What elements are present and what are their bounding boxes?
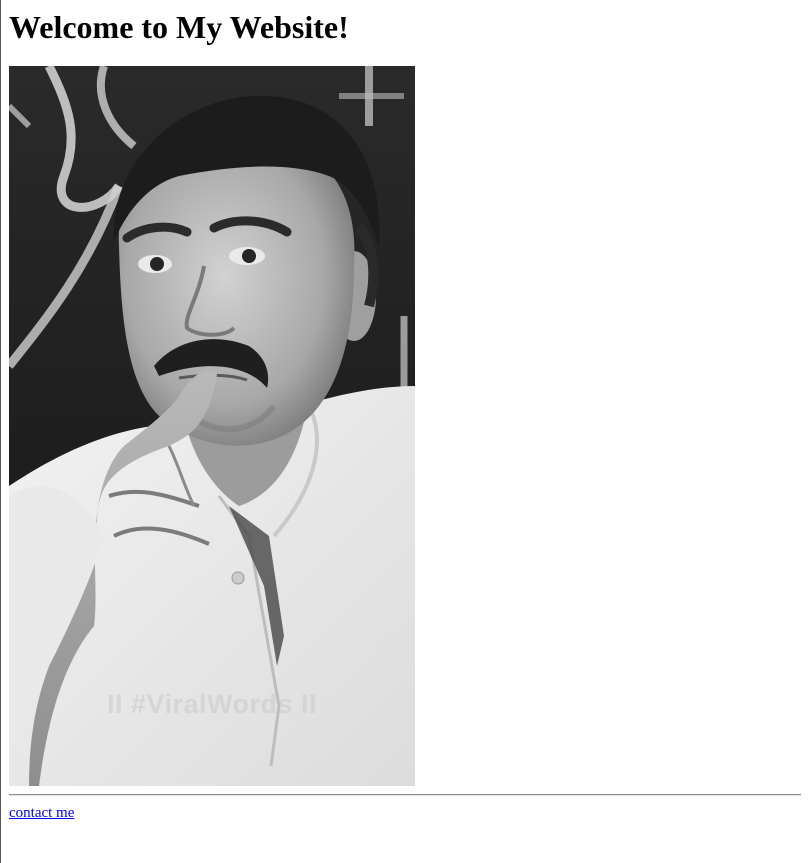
- portrait-image: [9, 66, 415, 786]
- portrait-photo: II #ViralWords II: [9, 66, 415, 786]
- page-title: Welcome to My Website!: [9, 9, 349, 45]
- footer-divider: [9, 794, 801, 796]
- contact-me-link[interactable]: contact me: [9, 805, 74, 822]
- page-content: Welcome to My Website! II #ViralWords II…: [9, 0, 801, 821]
- photo-watermark-text: II #ViralWords II: [106, 689, 318, 719]
- window-left-edge: [0, 0, 1, 863]
